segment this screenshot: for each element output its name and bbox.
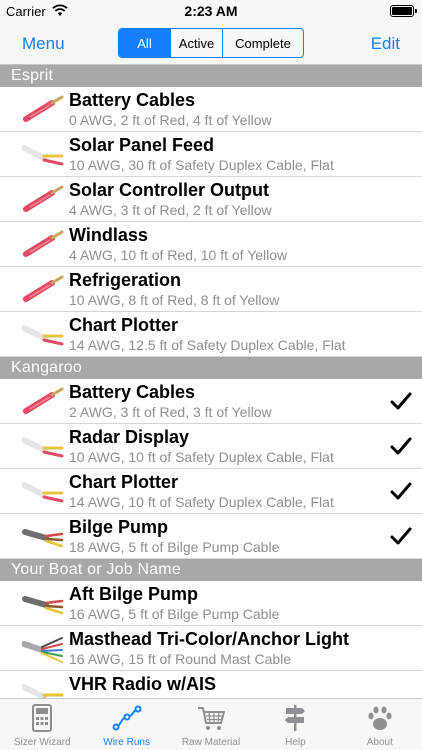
segment-all[interactable]: All bbox=[119, 29, 170, 57]
list-item[interactable]: Masthead Tri-Color/Anchor Light 16 AWG, … bbox=[0, 626, 422, 671]
list-item[interactable]: Windlass 4 AWG, 10 ft of Red, 10 ft of Y… bbox=[0, 222, 422, 267]
list-item[interactable]: Chart Plotter 14 AWG, 10 ft of Safety Du… bbox=[0, 469, 422, 514]
run-title: Chart Plotter bbox=[69, 472, 179, 492]
segment-complete[interactable]: Complete bbox=[222, 29, 303, 57]
list-item[interactable]: Radar Display 10 AWG, 10 ft of Safety Du… bbox=[0, 424, 422, 469]
run-details: 16 AWG, 5 ft of Bilge Pump Cable bbox=[69, 606, 280, 622]
run-details: 10 AWG, 30 ft of Safety Duplex Cable, Fl… bbox=[69, 157, 334, 173]
segment-active[interactable]: Active bbox=[170, 29, 222, 57]
list-item[interactable]: Refrigeration 10 AWG, 8 ft of Red, 8 ft … bbox=[0, 267, 422, 312]
calculator-icon bbox=[32, 704, 53, 732]
run-details: 2 AWG, 3 ft of Red, 3 ft of Yellow bbox=[69, 404, 272, 420]
tab-about[interactable]: About bbox=[338, 699, 422, 750]
run-details: 4 AWG, 3 ft of Red, 2 ft of Yellow bbox=[69, 202, 272, 218]
duplex-cable-icon bbox=[21, 677, 66, 698]
navigation-bar: Menu All Active Complete Edit bbox=[0, 22, 422, 65]
red-wire-icon bbox=[22, 273, 66, 305]
run-title: Battery Cables bbox=[69, 382, 196, 402]
run-details: 14 AWG, 12.5 ft of Safety Duplex Cable, … bbox=[69, 337, 346, 353]
run-details: 10 AWG, 10 ft of Safety Duplex Cable, Fl… bbox=[69, 449, 334, 465]
wire-runs-list[interactable]: Esprit Battery Cables 0 AWG, 2 ft of Red… bbox=[0, 65, 422, 698]
red-wire-icon bbox=[22, 183, 66, 215]
run-title: Aft Bilge Pump bbox=[69, 584, 198, 604]
run-title: Chart Plotter bbox=[69, 315, 179, 335]
tab-sizer-wizard[interactable]: Sizer Wizard bbox=[0, 699, 84, 750]
section-header-kangaroo: Kangaroo bbox=[0, 357, 422, 379]
bilge-pump-cable-icon bbox=[22, 520, 66, 552]
run-details: 4 AWG, 10 ft of Red, 10 ft of Yellow bbox=[69, 247, 288, 263]
filter-segmented-control: All Active Complete bbox=[118, 28, 304, 58]
tab-wire-runs[interactable]: Wire Runs bbox=[84, 699, 168, 750]
menu-button[interactable]: Menu bbox=[22, 34, 65, 54]
signpost-icon bbox=[285, 705, 306, 731]
run-title: Radar Display bbox=[69, 427, 190, 447]
run-title: Solar Controller Output bbox=[69, 180, 269, 200]
run-title: Bilge Pump bbox=[69, 517, 169, 537]
duplex-cable-icon bbox=[21, 430, 66, 462]
run-details: 18 AWG, 5 ft of Bilge Pump Cable bbox=[69, 539, 280, 555]
run-details: 16 AWG, 15 ft of Round Mast Cable bbox=[69, 651, 292, 667]
tab-label: Sizer Wizard bbox=[13, 737, 71, 748]
list-item[interactable]: Solar Controller Output 4 AWG, 3 ft of R… bbox=[0, 177, 422, 222]
list-item[interactable]: Chart Plotter 14 AWG, 12.5 ft of Safety … bbox=[0, 312, 422, 357]
cart-icon bbox=[198, 707, 226, 730]
list-item[interactable]: Aft Bilge Pump 16 AWG, 5 ft of Bilge Pum… bbox=[0, 581, 422, 626]
checkmark-icon[interactable] bbox=[390, 525, 412, 547]
tab-label: Wire Runs bbox=[103, 737, 150, 748]
run-title: Battery Cables bbox=[69, 90, 196, 110]
run-title: Solar Panel Feed bbox=[69, 135, 215, 155]
paw-icon bbox=[368, 706, 392, 730]
duplex-cable-icon bbox=[21, 138, 66, 170]
red-wire-icon bbox=[22, 228, 66, 260]
tab-bar: Sizer Wizard Wire Runs Raw Material Help bbox=[0, 698, 422, 750]
red-wire-icon bbox=[22, 385, 66, 417]
tab-label: Help bbox=[285, 737, 306, 748]
run-details: 10 AWG, 8 ft of Red, 8 ft of Yellow bbox=[69, 292, 280, 308]
run-details: 0 AWG, 2 ft of Red, 4 ft of Yellow bbox=[69, 112, 272, 128]
duplex-cable-icon bbox=[21, 318, 66, 350]
list-item[interactable]: Battery Cables 2 AWG, 3 ft of Red, 3 ft … bbox=[0, 379, 422, 424]
battery-icon bbox=[390, 5, 417, 17]
section-header-esprit: Esprit bbox=[0, 65, 422, 87]
status-bar: Carrier 2:23 AM bbox=[0, 0, 422, 22]
tab-help[interactable]: Help bbox=[253, 699, 337, 750]
list-item[interactable]: VHR Radio w/AIS bbox=[0, 671, 422, 698]
wire-runs-icon bbox=[112, 705, 142, 731]
bilge-pump-cable-icon bbox=[22, 587, 66, 619]
list-item[interactable]: Battery Cables 0 AWG, 2 ft of Red, 4 ft … bbox=[0, 87, 422, 132]
section-header-your-boat: Your Boat or Job Name bbox=[0, 559, 422, 581]
list-item[interactable]: Bilge Pump 18 AWG, 5 ft of Bilge Pump Ca… bbox=[0, 514, 422, 559]
run-details: 14 AWG, 10 ft of Safety Duplex Cable, Fl… bbox=[69, 494, 334, 510]
red-wire-icon bbox=[22, 93, 66, 125]
duplex-cable-icon bbox=[21, 475, 66, 507]
edit-button[interactable]: Edit bbox=[371, 34, 400, 54]
tab-label: Raw Material bbox=[181, 737, 241, 748]
run-title: VHR Radio w/AIS bbox=[69, 674, 217, 694]
mast-cable-icon bbox=[21, 632, 66, 664]
run-title: Windlass bbox=[69, 225, 148, 245]
run-title: Refrigeration bbox=[69, 270, 182, 290]
list-item[interactable]: Solar Panel Feed 10 AWG, 30 ft of Safety… bbox=[0, 132, 422, 177]
tab-label: About bbox=[366, 737, 393, 748]
checkmark-icon[interactable] bbox=[390, 435, 412, 457]
status-time: 2:23 AM bbox=[184, 3, 238, 19]
run-title: Masthead Tri-Color/Anchor Light bbox=[69, 629, 350, 649]
tab-raw-material[interactable]: Raw Material bbox=[169, 699, 253, 750]
checkmark-icon[interactable] bbox=[390, 390, 412, 412]
checkmark-icon[interactable] bbox=[390, 480, 412, 502]
